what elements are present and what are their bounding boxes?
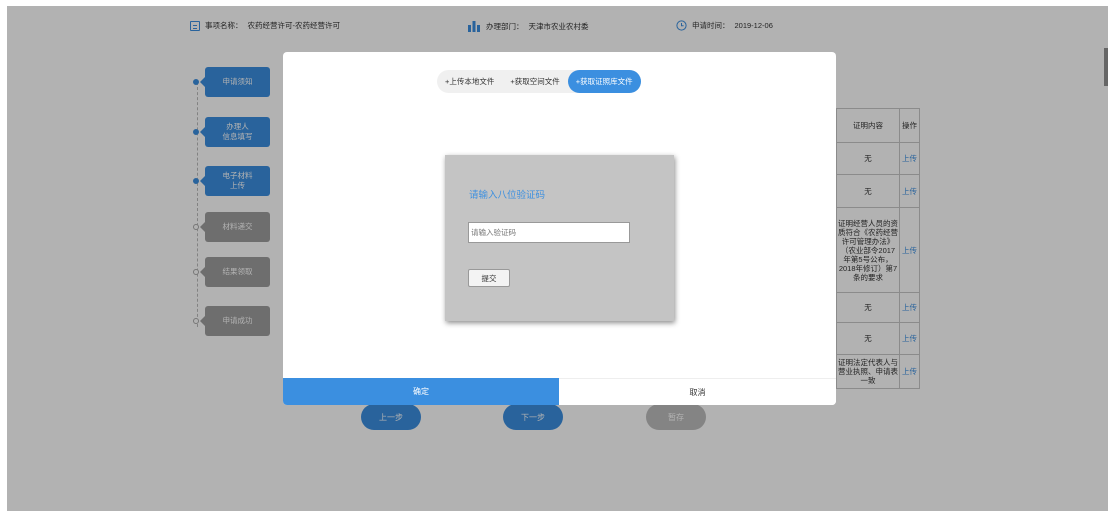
verification-title: 请输入八位验证码 — [469, 190, 546, 201]
verification-code-input[interactable] — [468, 222, 630, 243]
modal-footer: 确定 取消 — [283, 378, 836, 405]
cancel-button[interactable]: 取消 — [559, 378, 836, 405]
tab-get-license-file[interactable]: +获取证照库文件 — [567, 70, 641, 93]
file-source-tabs: +上传本地文件 +获取空间文件 +获取证照库文件 — [437, 70, 641, 93]
tab-upload-local[interactable]: +上传本地文件 — [437, 70, 502, 93]
verification-dialog: 请输入八位验证码 提交 — [445, 155, 674, 321]
file-source-modal: +上传本地文件 +获取空间文件 +获取证照库文件 请输入八位验证码 提交 确定 … — [283, 52, 836, 405]
submit-button[interactable]: 提交 — [468, 269, 510, 287]
scrollbar-thumb[interactable] — [1104, 48, 1108, 86]
confirm-button[interactable]: 确定 — [283, 378, 559, 405]
tab-get-space-file[interactable]: +获取空间文件 — [502, 70, 567, 93]
